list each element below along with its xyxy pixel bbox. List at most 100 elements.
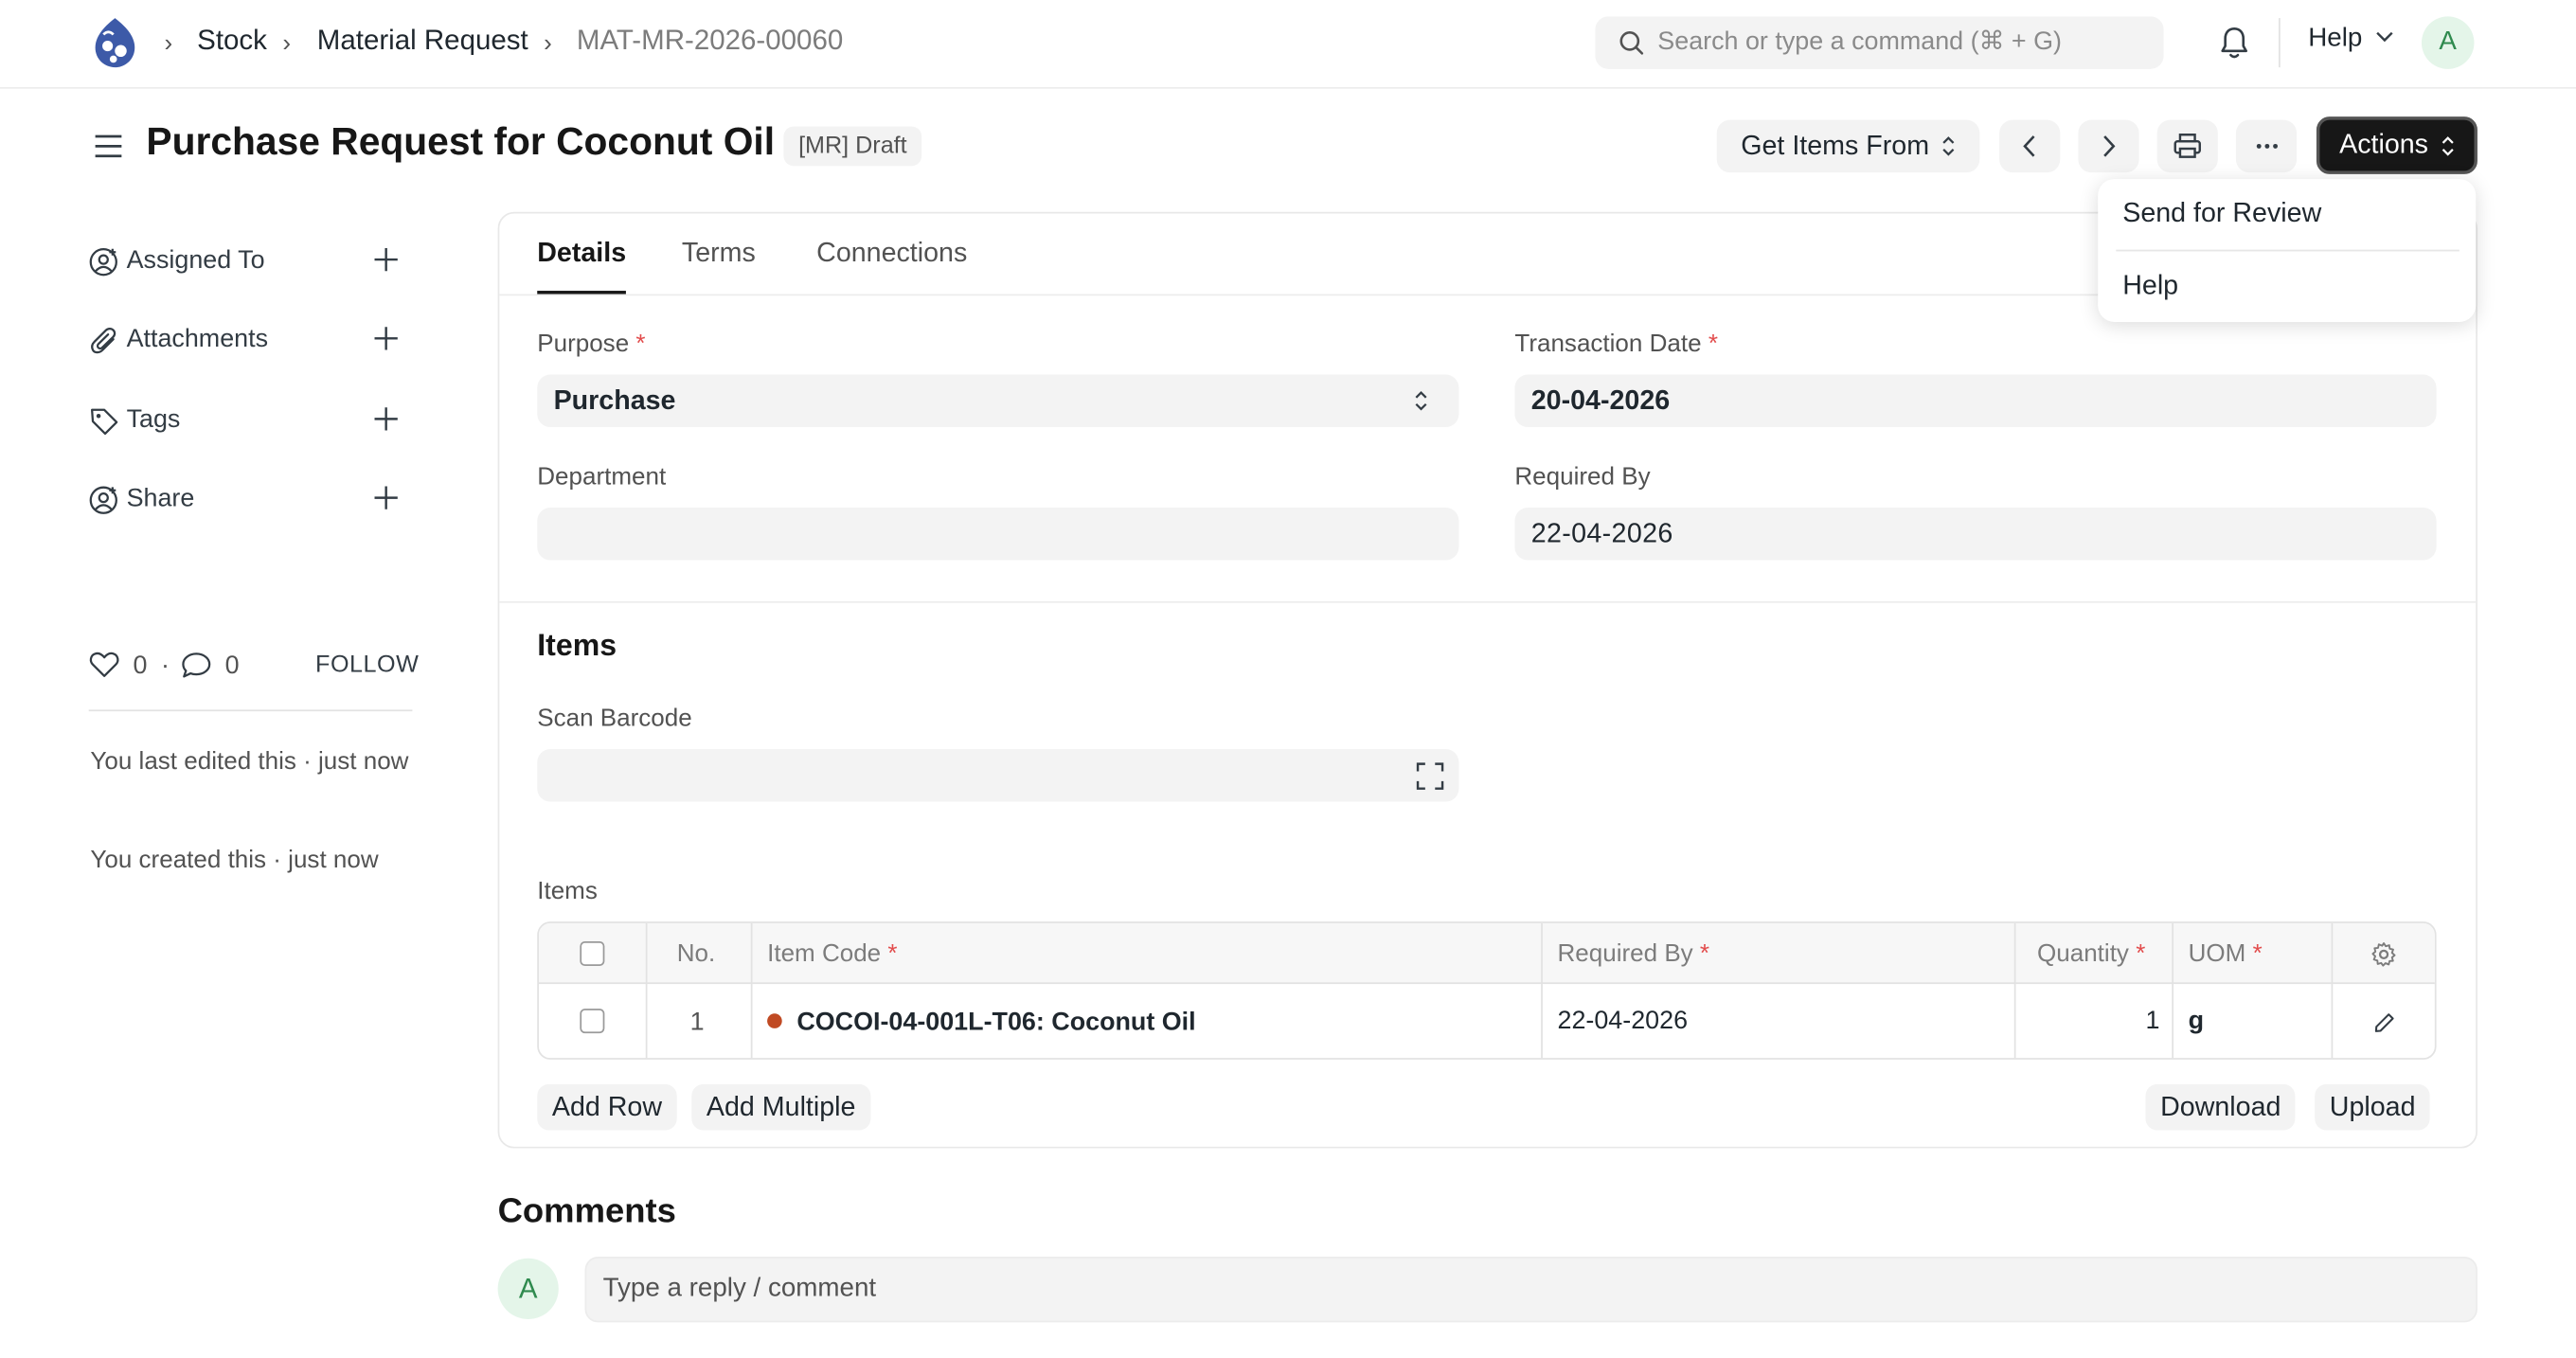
uom-cell[interactable]: g — [2189, 1007, 2204, 1036]
scan-barcode-field[interactable] — [537, 749, 1459, 802]
chevron-up-down-icon — [1942, 134, 1956, 157]
search-icon — [1619, 29, 1645, 56]
column-divider — [1541, 922, 1543, 1059]
breadcrumb-document-id[interactable]: MAT-MR-2026-00060 — [577, 25, 843, 58]
comment-input[interactable] — [584, 1257, 2478, 1323]
menu-item-send-for-review[interactable]: Send for Review — [2122, 199, 2321, 230]
comment-avatar: A — [497, 1258, 559, 1319]
sidebar-item-label: Tags — [126, 405, 181, 434]
sidebar-item-attachments[interactable]: Attachments — [89, 320, 411, 360]
tab-terms[interactable]: Terms — [682, 239, 756, 270]
navbar-divider — [2279, 18, 2281, 68]
actions-label: Actions — [2339, 130, 2428, 160]
paperclip-icon — [89, 325, 120, 356]
next-document-button[interactable] — [2078, 119, 2139, 173]
sidebar-item-label: Share — [126, 484, 195, 513]
transaction-date-field[interactable]: 20-04-2026 — [1514, 374, 2437, 428]
required-asterisk: * — [1708, 330, 1718, 359]
plus-icon[interactable] — [371, 404, 401, 434]
search-input[interactable] — [1657, 16, 2151, 69]
more-options-button[interactable] — [2235, 119, 2298, 173]
section-divider — [499, 600, 2477, 603]
help-label: Help — [2308, 25, 2363, 53]
items-section-heading: Items — [537, 627, 617, 663]
tab-connections[interactable]: Connections — [816, 239, 967, 270]
status-dot — [767, 1013, 782, 1028]
comments-count: 0 — [224, 652, 240, 681]
get-items-from-label: Get Items From — [1741, 130, 1930, 161]
heart-icon[interactable] — [89, 651, 120, 678]
transaction-date-label: Transaction Date * — [1514, 331, 1718, 358]
menu-item-help[interactable]: Help — [2122, 271, 2178, 302]
print-button[interactable] — [2156, 119, 2218, 173]
required-asterisk: * — [2252, 939, 2263, 968]
sidebar-item-share[interactable]: Share — [89, 480, 411, 520]
follow-button[interactable]: FOLLOW — [315, 652, 419, 679]
purpose-value: Purchase — [553, 385, 676, 416]
purpose-label-text: Purpose — [537, 330, 630, 359]
column-divider — [2013, 922, 2016, 1059]
help-dropdown[interactable]: Help — [2308, 25, 2394, 54]
column-settings-icon[interactable] — [2370, 941, 2397, 968]
department-label: Department — [537, 463, 667, 491]
required-by-cell[interactable]: 22-04-2026 — [1557, 1007, 1688, 1036]
row-checkbox[interactable] — [580, 1009, 605, 1034]
add-multiple-button[interactable]: Add Multiple — [691, 1083, 871, 1131]
scan-barcode-label: Scan Barcode — [537, 705, 692, 733]
required-asterisk: * — [2136, 939, 2146, 968]
column-header-required-by: Required By * — [1557, 939, 1709, 967]
item-code-cell[interactable]: COCOI-04-001L-T06: Coconut Oil — [767, 1009, 1196, 1038]
actions-dropdown-menu: Send for Review Help — [2098, 179, 2477, 323]
plus-icon[interactable] — [371, 483, 401, 512]
sidebar-toggle-icon[interactable] — [92, 130, 125, 163]
ellipsis-icon — [2255, 143, 2278, 150]
chevron-right-icon — [2102, 134, 2117, 157]
transaction-date-label-text: Transaction Date — [1514, 330, 1702, 359]
comments-heading: Comments — [497, 1192, 676, 1231]
add-row-button[interactable]: Add Row — [537, 1083, 677, 1131]
required-by-label: Required By — [1514, 463, 1651, 491]
user-plus-icon — [89, 246, 120, 277]
quantity-cell[interactable]: 1 — [2146, 1007, 2160, 1036]
items-table-label: Items — [537, 877, 598, 905]
sidebar-divider — [88, 709, 413, 712]
app-logo-icon[interactable] — [89, 15, 142, 71]
notification-bell-icon[interactable] — [2218, 25, 2251, 61]
plus-icon[interactable] — [371, 324, 401, 353]
download-button[interactable]: Download — [2145, 1083, 2297, 1131]
comment-icon — [181, 651, 212, 680]
required-asterisk: * — [635, 330, 646, 359]
likes-count: 0 — [133, 652, 148, 681]
column-header-quantity-text: Quantity — [2037, 939, 2129, 968]
required-by-field[interactable]: 22-04-2026 — [1514, 508, 2437, 561]
department-field[interactable] — [537, 508, 1459, 561]
plus-icon[interactable] — [371, 244, 401, 274]
row-number: 1 — [689, 1009, 705, 1037]
search-bar[interactable] — [1595, 16, 2164, 69]
item-code-value: COCOI-04-001L-T06: Coconut Oil — [796, 1009, 1196, 1037]
menu-divider — [2116, 249, 2460, 252]
sidebar-item-tags[interactable]: Tags — [89, 401, 411, 440]
actions-button[interactable]: Actions — [2316, 116, 2478, 174]
items-table: No. Item Code * Required By * Quantity *… — [537, 921, 2437, 1060]
column-divider — [2331, 922, 2334, 1059]
column-divider — [2172, 922, 2174, 1059]
page-title: Purchase Request for Coconut Oil — [146, 119, 776, 163]
breadcrumb-stock[interactable]: Stock — [197, 25, 267, 58]
scan-expand-icon[interactable] — [1416, 762, 1444, 790]
previous-document-button[interactable] — [1999, 119, 2061, 173]
upload-button[interactable]: Upload — [2315, 1083, 2431, 1131]
sidebar-item-assigned-to[interactable]: Assigned To — [89, 241, 411, 281]
chevron-down-icon — [2376, 31, 2394, 43]
chevron-left-icon — [2022, 134, 2037, 157]
chevron-up-down-icon — [2442, 134, 2455, 156]
created-info: You created this · just now — [90, 846, 379, 874]
user-avatar[interactable]: A — [2421, 16, 2475, 69]
chevron-up-down-icon — [1415, 389, 1428, 412]
select-all-checkbox[interactable] — [580, 940, 605, 967]
purpose-select[interactable]: Purchase — [537, 374, 1459, 428]
edit-row-pencil-icon[interactable] — [2374, 1012, 2396, 1034]
breadcrumb-material-request[interactable]: Material Request — [317, 25, 528, 58]
tab-details[interactable]: Details — [537, 239, 626, 270]
get-items-from-button[interactable]: Get Items From — [1716, 119, 1980, 173]
